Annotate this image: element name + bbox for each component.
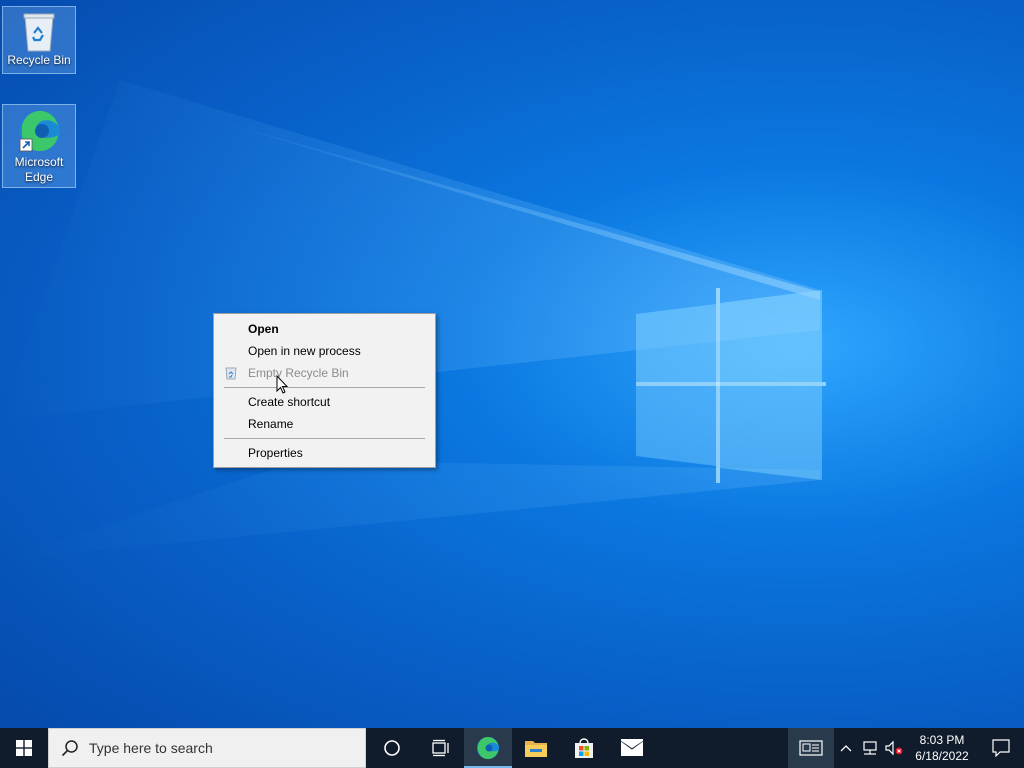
network-icon [863,741,877,755]
desktop-icon-microsoft-edge[interactable]: Microsoft Edge [2,104,76,188]
task-view-icon [432,739,449,757]
search-icon [61,740,78,757]
show-hidden-icons-button[interactable] [834,728,858,768]
system-tray: 8:03 PM 6/18/2022 [788,728,1024,768]
wallpaper-light-beams [0,80,820,560]
clock-date: 6/18/2022 [915,749,969,763]
clock[interactable]: 8:03 PM 6/18/2022 [906,732,978,764]
news-interests-button[interactable] [788,728,834,768]
desktop-icon-label: Microsoft Edge [14,155,64,184]
network-button[interactable] [858,728,882,768]
clock-time: 8:03 PM [919,733,965,747]
context-menu: Open Open in new process Empty Recycle B… [213,313,436,468]
windows-logo-wallpaper-icon [636,288,826,483]
edge-icon [19,110,60,152]
edge-icon [477,736,499,760]
taskbar-edge-button[interactable] [464,728,512,768]
menu-separator [224,387,425,388]
news-icon [799,740,823,756]
desktop-icon-recycle-bin[interactable]: Recycle Bin [2,6,76,74]
cortana-button[interactable] [368,728,416,768]
taskbar-store-button[interactable] [560,728,608,768]
volume-button[interactable] [882,728,906,768]
windows-start-icon [16,740,32,756]
volume-muted-icon [885,740,903,756]
chevron-up-icon [840,745,852,752]
menu-item-properties[interactable]: Properties [248,444,303,462]
menu-item-open[interactable]: Open [248,320,279,338]
file-explorer-icon [525,741,547,757]
task-view-button[interactable] [416,728,464,768]
recycle-bin-small-icon [225,367,237,380]
menu-item-empty-recycle-bin[interactable]: Empty Recycle Bin [248,364,349,382]
action-center-button[interactable] [978,728,1024,768]
desktop-icon-label: Recycle Bin [7,53,71,67]
menu-item-create-shortcut[interactable]: Create shortcut [248,393,330,411]
store-icon [575,738,593,758]
start-button[interactable] [0,728,48,768]
notification-icon [992,739,1010,757]
search-placeholder: Type here to search [89,740,213,756]
taskbar: Type here to search 8:03 PM 6/18/2022 [0,728,1024,768]
cortana-icon [384,740,400,756]
menu-item-rename[interactable]: Rename [248,415,293,433]
mouse-cursor-icon [276,375,289,394]
taskbar-mail-button[interactable] [608,728,656,768]
menu-separator [224,438,425,439]
taskbar-file-explorer-button[interactable] [512,728,560,768]
mail-icon [620,739,644,756]
recycle-bin-icon [23,13,55,52]
search-box[interactable]: Type here to search [48,728,366,768]
menu-item-open-in-new-process[interactable]: Open in new process [248,342,361,360]
